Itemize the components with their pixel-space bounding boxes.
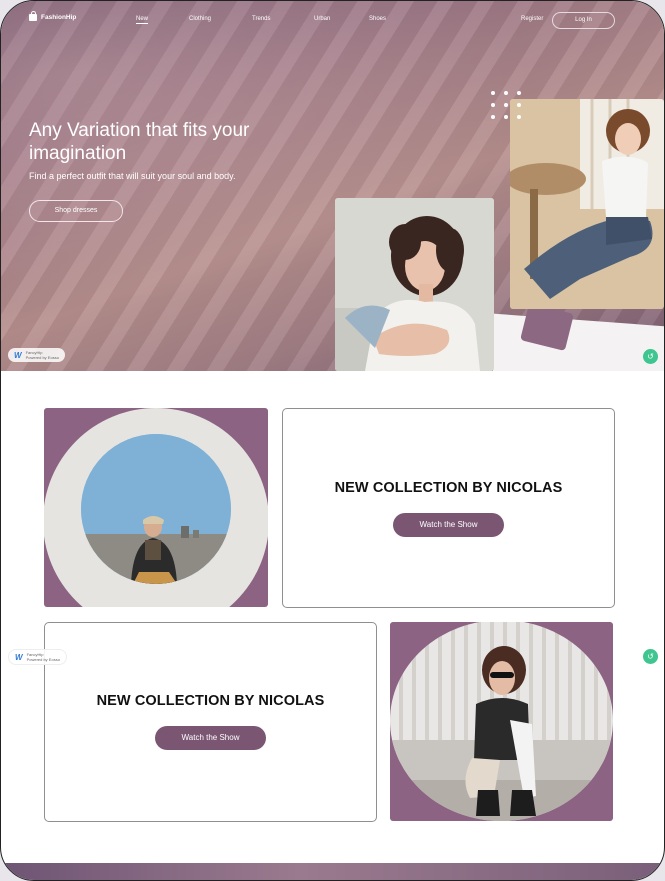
shopping-bag-icon [29,11,37,21]
nav-item-shoes[interactable]: Shoes [369,16,386,22]
login-button[interactable]: Log In [552,12,615,29]
share-icon-2[interactable]: ↺ [643,649,658,664]
nav-item-trends[interactable]: Trends [252,16,270,22]
collection-card-1: NEW COLLECTION BY NICOLAS Watch the Show [282,408,615,608]
brand-w-icon: W [14,350,22,360]
register-link[interactable]: Register [521,16,543,22]
share-icon[interactable]: ↺ [643,349,658,364]
hero-subline: Find a perfect outfit that will suit you… [29,171,236,181]
model-photo-curly-hair [335,198,494,371]
top-nav: FashionHip New Clothing Trends Urban Sho… [1,11,664,31]
badge-powered: Powered by Eosso [25,355,59,360]
collection-title-1: NEW COLLECTION BY NICOLAS [334,480,563,496]
brand-w-icon-2: W [15,652,23,662]
oval-photo [390,622,613,821]
collection-image-woman-oval [390,622,613,821]
decorative-shape [493,313,664,371]
watch-show-button-2[interactable]: Watch the Show [155,726,266,750]
dots-grid-icon [491,91,525,125]
shop-dresses-button[interactable]: Shop dresses [29,200,123,222]
fancyhip-badge-2[interactable]: W FancyHip Powered by Eosso [8,649,67,665]
collection-title-2: NEW COLLECTION BY NICOLAS [96,693,325,709]
hero-section: FashionHip New Clothing Trends Urban Sho… [1,1,664,371]
hero-headline: Any Variation that fits your imagination [29,120,250,164]
nav-item-new[interactable]: New [136,16,149,24]
collection-card-2: NEW COLLECTION BY NICOLAS Watch the Show [44,622,377,822]
collection-image-man-circle [44,408,268,607]
brand-logo[interactable]: FashionHip [29,11,77,21]
circle-photo [81,434,231,584]
nav-item-urban[interactable]: Urban [314,16,330,22]
fancyhip-badge[interactable]: W FancyHip Powered by Eosso [8,348,65,362]
footer-bar [1,863,664,880]
brand-name: FashionHip [41,14,77,21]
watch-show-button-1[interactable]: Watch the Show [393,513,504,537]
nav-item-clothing[interactable]: Clothing [189,16,211,22]
badge-powered-2: Powered by Eosso [26,657,60,662]
page-frame: FashionHip New Clothing Trends Urban Sho… [0,0,665,881]
model-photo-seated [510,99,664,309]
